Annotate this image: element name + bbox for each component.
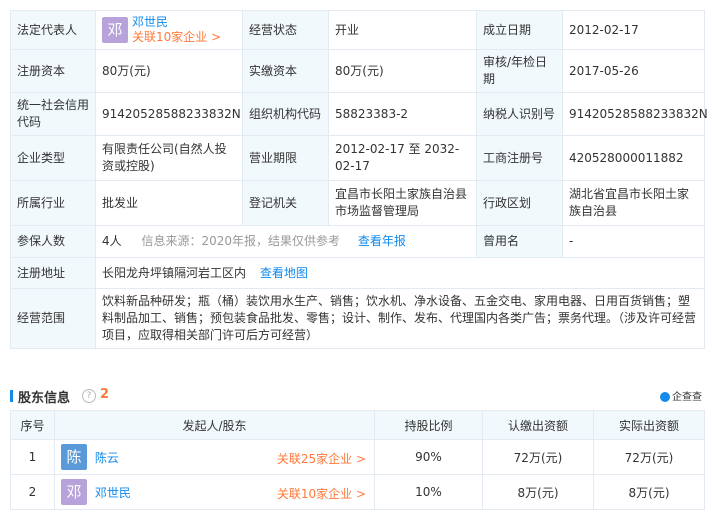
holder-name-link[interactable]: 陈云 [95, 451, 119, 465]
paid-capital-label: 实缴资本 [242, 49, 329, 93]
shareholders-table: 序号 发起人/股东 持股比例 认缴出资额 实际出资额 1 陈 陈云 关联25家企… [10, 410, 705, 510]
credit-code-value: 91420528588233832N [95, 92, 243, 136]
reg-no-value: 420528000011882 [562, 135, 705, 181]
legal-rep-cell: 邓 邓世民 关联10家企业 > [95, 10, 243, 50]
authority-label: 登记机关 [242, 180, 329, 226]
former-name-label: 曾用名 [476, 225, 563, 258]
former-name-value: - [562, 225, 705, 258]
taxpayer-value: 91420528588233832N [562, 92, 708, 136]
col-header-ratio: 持股比例 [374, 410, 483, 440]
credit-code-label: 统一社会信用代码 [10, 92, 96, 136]
shareholders-title: 股东信息 [18, 391, 71, 406]
region-value: 湖北省宜昌市长阳土家族自治县 [562, 180, 705, 226]
insured-source: 信息来源：2020年报，结果仅供参考 [141, 234, 341, 248]
org-code-label: 组织机构代码 [242, 92, 329, 136]
legal-rep-related-link[interactable]: 关联10家企业 > [132, 30, 221, 45]
row-index: 2 [10, 474, 55, 510]
holder-actual: 8万(元) [593, 474, 705, 510]
status-label: 经营状态 [242, 10, 329, 50]
legal-rep-name-link[interactable]: 邓世民 [132, 15, 221, 30]
address-value: 长阳龙舟坪镇隔河岩工区内 [102, 265, 247, 280]
section-accent-bar [10, 390, 13, 402]
legal-rep-avatar: 邓 [102, 17, 128, 43]
paid-capital-value: 80万(元) [328, 49, 477, 93]
holder-subscribed: 8万(元) [482, 474, 594, 510]
holder-avatar: 邓 [61, 479, 87, 505]
insured-value: 4人 [102, 234, 122, 248]
org-code-value: 58823383-2 [328, 92, 477, 136]
holder-cell: 陈 陈云 关联25家企业 > [54, 439, 375, 475]
holder-related-link[interactable]: 关联10家企业 > [277, 485, 366, 502]
help-icon[interactable]: ? [82, 389, 96, 403]
company-info-table: 法定代表人 邓 邓世民 关联10家企业 > 经营状态 开业 成立日期 2012-… [10, 10, 708, 349]
reg-capital-value: 80万(元) [95, 49, 243, 93]
scope-value: 饮料新品种研发；瓶（桶）装饮用水生产、销售；饮水机、净水设备、五金交电、家用电器… [95, 288, 705, 349]
company-type-value: 有限责任公司(自然人投资或控股) [95, 135, 243, 181]
est-date-value: 2012-02-17 [562, 10, 705, 50]
authority-value: 宜昌市长阳土家族自治县市场监督管理局 [328, 180, 477, 226]
holder-ratio: 90% [374, 439, 483, 475]
table-row: 1 陈 陈云 关联25家企业 > 90% 72万(元) 72万(元) [10, 439, 705, 475]
holder-avatar: 陈 [61, 444, 87, 470]
holder-actual: 72万(元) [593, 439, 705, 475]
insured-label: 参保人数 [10, 225, 96, 258]
industry-label: 所属行业 [10, 180, 96, 226]
holder-subscribed: 72万(元) [482, 439, 594, 475]
logo-icon [660, 392, 670, 402]
insured-cell: 4人 信息来源：2020年报，结果仅供参考 查看年报 [95, 225, 477, 258]
scope-label: 经营范围 [10, 288, 96, 349]
col-header-subscribed: 认缴出资额 [482, 410, 594, 440]
qichacha-logo: 企查查 [660, 388, 702, 403]
status-value: 开业 [328, 10, 477, 50]
col-header-index: 序号 [10, 410, 55, 440]
address-cell: 长阳龙舟坪镇隔河岩工区内 查看地图 [95, 257, 705, 289]
reg-capital-label: 注册资本 [10, 49, 96, 93]
annual-report-link[interactable]: 查看年报 [358, 234, 406, 248]
approve-date-value: 2017-05-26 [562, 49, 705, 93]
est-date-label: 成立日期 [476, 10, 563, 50]
term-label: 营业期限 [242, 135, 329, 181]
taxpayer-label: 纳税人识别号 [476, 92, 563, 136]
holder-name-link[interactable]: 邓世民 [95, 486, 131, 500]
industry-value: 批发业 [95, 180, 243, 226]
approve-date-label: 审核/年检日期 [476, 49, 563, 93]
reg-no-label: 工商注册号 [476, 135, 563, 181]
table-row: 2 邓 邓世民 关联10家企业 > 10% 8万(元) 8万(元) [10, 474, 705, 510]
shareholders-section-header: 股东信息 ? 2 企查查 [10, 386, 704, 406]
col-header-actual: 实际出资额 [593, 410, 705, 440]
row-index: 1 [10, 439, 55, 475]
holder-related-link[interactable]: 关联25家企业 > [277, 450, 366, 467]
region-label: 行政区划 [476, 180, 563, 226]
company-type-label: 企业类型 [10, 135, 96, 181]
view-map-link[interactable]: 查看地图 [260, 266, 308, 280]
col-header-holder: 发起人/股东 [54, 410, 375, 440]
address-label: 注册地址 [10, 257, 96, 289]
holder-cell: 邓 邓世民 关联10家企业 > [54, 474, 375, 510]
term-value: 2012-02-17 至 2032-02-17 [328, 135, 477, 181]
holder-ratio: 10% [374, 474, 483, 510]
shareholders-count: 2 [100, 387, 110, 402]
legal-rep-label: 法定代表人 [10, 10, 96, 50]
